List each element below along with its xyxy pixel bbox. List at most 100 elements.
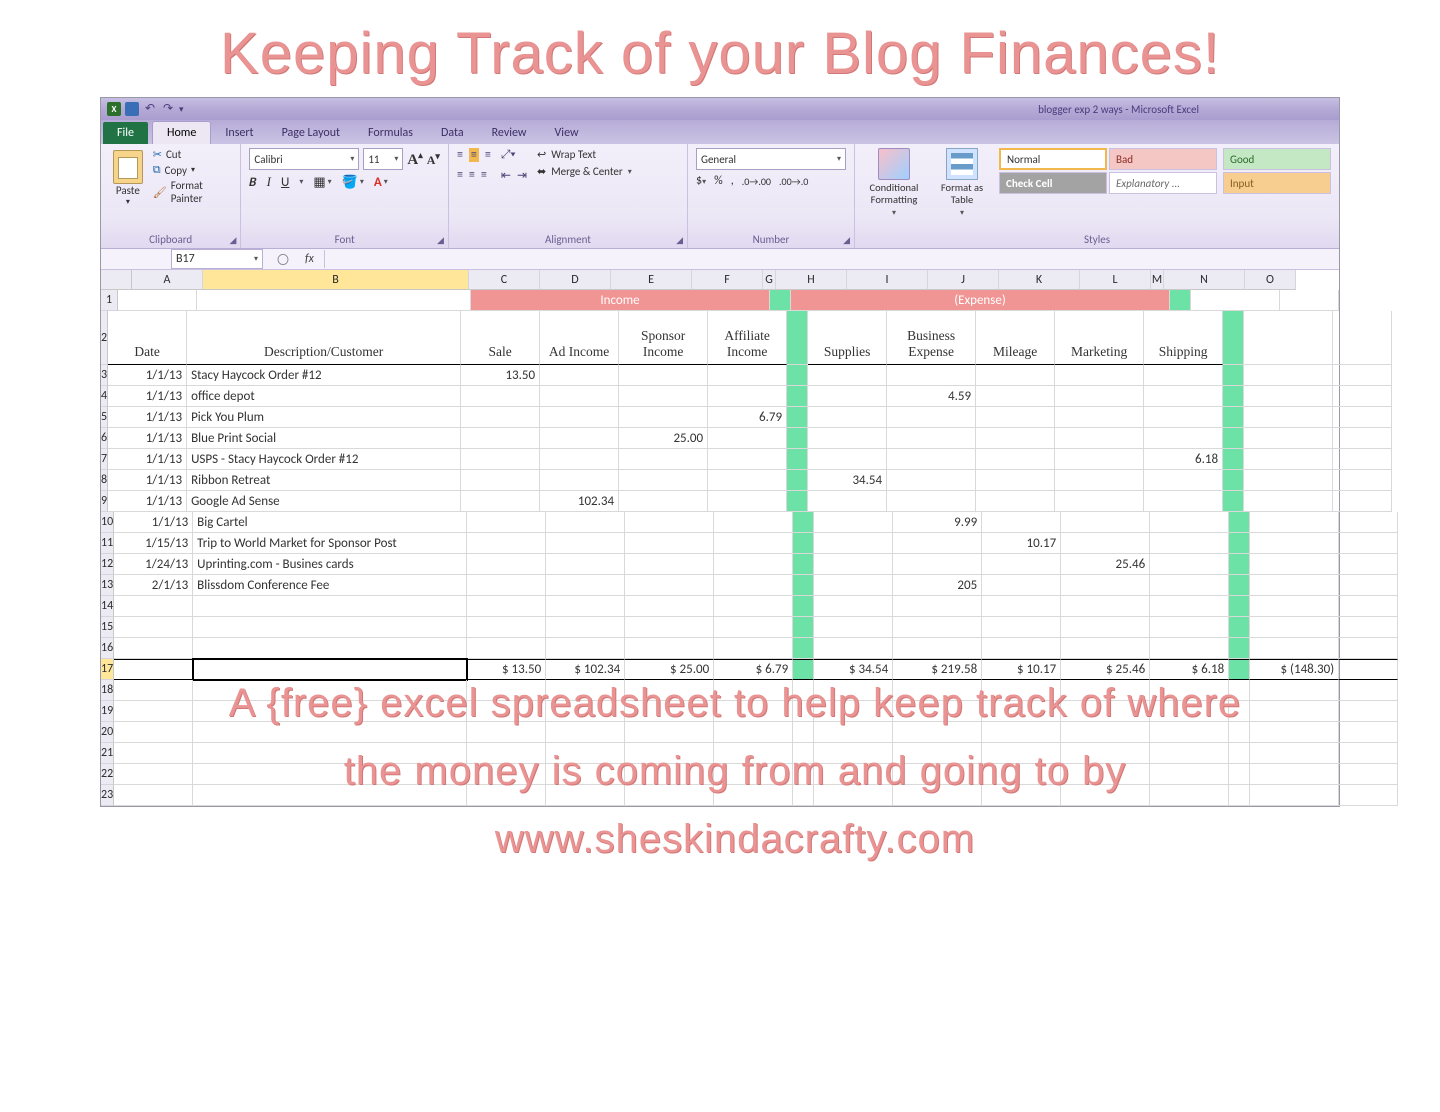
field-header-aff[interactable]: Affiliate Income — [708, 311, 787, 365]
cell-empty[interactable] — [193, 680, 467, 701]
column-header-O[interactable]: O — [1245, 270, 1296, 290]
row-header-12[interactable]: 12 — [101, 554, 114, 575]
cell-empty[interactable] — [814, 785, 893, 806]
chevron-down-icon[interactable]: ▾ — [191, 165, 195, 175]
tab-insert[interactable]: Insert — [211, 122, 267, 144]
cell-O[interactable] — [1333, 491, 1392, 512]
orientation-icon[interactable]: ⤢▾ — [501, 148, 516, 162]
cell-biz[interactable] — [887, 470, 976, 491]
shrink-font-icon[interactable]: A▾ — [427, 151, 440, 168]
align-bottom-icon[interactable]: ≡ — [485, 148, 491, 162]
cell-empty[interactable] — [1150, 743, 1229, 764]
column-header-J[interactable]: J — [928, 270, 999, 290]
cell-sponsor[interactable] — [625, 554, 714, 575]
gap-col[interactable] — [793, 596, 814, 617]
cell-empty[interactable] — [467, 764, 546, 785]
total-net[interactable]: $ (148.30) — [1250, 659, 1339, 680]
cell-mileage[interactable] — [976, 428, 1055, 449]
cell-sponsor[interactable] — [619, 449, 708, 470]
cell-date[interactable]: 1/1/13 — [114, 512, 193, 533]
cell-mileage[interactable] — [976, 386, 1055, 407]
section-header-income[interactable]: Income — [471, 290, 770, 311]
row-header-8[interactable]: 8 — [101, 470, 108, 491]
gap-col[interactable] — [1229, 659, 1250, 680]
cell-marketing[interactable] — [1055, 386, 1144, 407]
dialog-launcher-icon[interactable]: ◢ — [437, 235, 444, 246]
row-header-3[interactable]: 3 — [101, 365, 108, 386]
cell-biz[interactable]: 9.99 — [893, 512, 982, 533]
cell-N[interactable] — [1250, 512, 1339, 533]
cell-empty[interactable] — [714, 722, 793, 743]
cell-sponsor[interactable] — [625, 533, 714, 554]
align-middle-icon[interactable]: ≡ — [469, 148, 479, 162]
borders-button[interactable]: ▦▾ — [313, 175, 331, 190]
decrease-decimal-icon[interactable]: .00→.0 — [779, 175, 808, 188]
total-supplies[interactable]: $ 34.54 — [814, 659, 893, 680]
cell-B1[interactable] — [197, 290, 471, 311]
gap-col[interactable] — [787, 470, 808, 491]
cell-empty[interactable] — [114, 743, 193, 764]
field-header-sponsor[interactable]: Sponsor Income — [619, 311, 708, 365]
cell-empty[interactable] — [625, 764, 714, 785]
cell-empty[interactable] — [1061, 743, 1150, 764]
cell-ad[interactable] — [546, 512, 625, 533]
cell-empty[interactable] — [114, 701, 193, 722]
gap-col[interactable] — [1223, 407, 1244, 428]
cell-ad[interactable] — [540, 407, 619, 428]
gap-col[interactable] — [1223, 386, 1244, 407]
cell-empty[interactable] — [814, 617, 893, 638]
fill-color-button[interactable]: 🪣▾ — [342, 175, 364, 190]
cell-empty[interactable] — [546, 680, 625, 701]
cell-empty[interactable] — [193, 701, 467, 722]
cell-empty[interactable] — [1150, 764, 1229, 785]
cell-empty[interactable] — [1061, 617, 1150, 638]
cell-empty[interactable] — [1150, 596, 1229, 617]
cell-empty[interactable] — [814, 764, 893, 785]
cell-desc[interactable]: Uprinting.com - Busines cards — [193, 554, 467, 575]
row-header-16[interactable]: 16 — [101, 638, 114, 659]
cell-shipping[interactable] — [1144, 491, 1223, 512]
cell-empty[interactable] — [982, 701, 1061, 722]
column-header-A[interactable]: A — [132, 270, 203, 290]
total-shipping[interactable]: $ 6.18 — [1150, 659, 1229, 680]
cell-empty[interactable] — [1250, 680, 1339, 701]
cell-empty[interactable] — [114, 722, 193, 743]
cell-empty[interactable] — [546, 596, 625, 617]
cell-empty[interactable] — [1339, 701, 1398, 722]
cell-empty[interactable] — [1229, 722, 1250, 743]
cell-empty[interactable] — [714, 785, 793, 806]
cell-empty[interactable] — [814, 701, 893, 722]
cell-shipping[interactable] — [1150, 512, 1229, 533]
cell-empty[interactable] — [1339, 638, 1398, 659]
cell-sale[interactable] — [467, 554, 546, 575]
cell-marketing[interactable] — [1055, 407, 1144, 428]
column-header-E[interactable]: E — [611, 270, 692, 290]
gap-col[interactable] — [1229, 638, 1250, 659]
total-biz[interactable]: $ 219.58 — [893, 659, 982, 680]
row-header-18[interactable]: 18 — [101, 680, 114, 701]
font-name-select[interactable]: Calibri▾ — [249, 148, 359, 170]
cell-marketing[interactable] — [1061, 575, 1150, 596]
cell-empty[interactable] — [893, 680, 982, 701]
cell-empty[interactable] — [546, 764, 625, 785]
cell-desc[interactable]: Ribbon Retreat — [187, 470, 461, 491]
cell-O[interactable] — [1333, 407, 1392, 428]
cell-empty[interactable] — [625, 596, 714, 617]
cell-biz[interactable] — [887, 407, 976, 428]
cell-empty[interactable] — [1150, 701, 1229, 722]
cell-sale[interactable] — [461, 407, 540, 428]
number-format-select[interactable]: General▾ — [696, 148, 846, 170]
comma-button[interactable]: , — [731, 174, 734, 188]
style-good[interactable]: Good — [1223, 148, 1331, 170]
cell-empty[interactable] — [1339, 785, 1398, 806]
cell-ad[interactable] — [546, 554, 625, 575]
cell-sponsor[interactable]: 25.00 — [619, 428, 708, 449]
cell-N[interactable] — [1250, 575, 1339, 596]
row-header-22[interactable]: 22 — [101, 764, 114, 785]
cell-marketing[interactable] — [1061, 512, 1150, 533]
cell-date[interactable]: 1/1/13 — [108, 365, 187, 386]
increase-indent-icon[interactable]: ⇥ — [517, 168, 527, 183]
gap-col[interactable] — [787, 491, 808, 512]
align-right-icon[interactable]: ≡ — [481, 168, 487, 182]
cell-supplies[interactable] — [814, 512, 893, 533]
